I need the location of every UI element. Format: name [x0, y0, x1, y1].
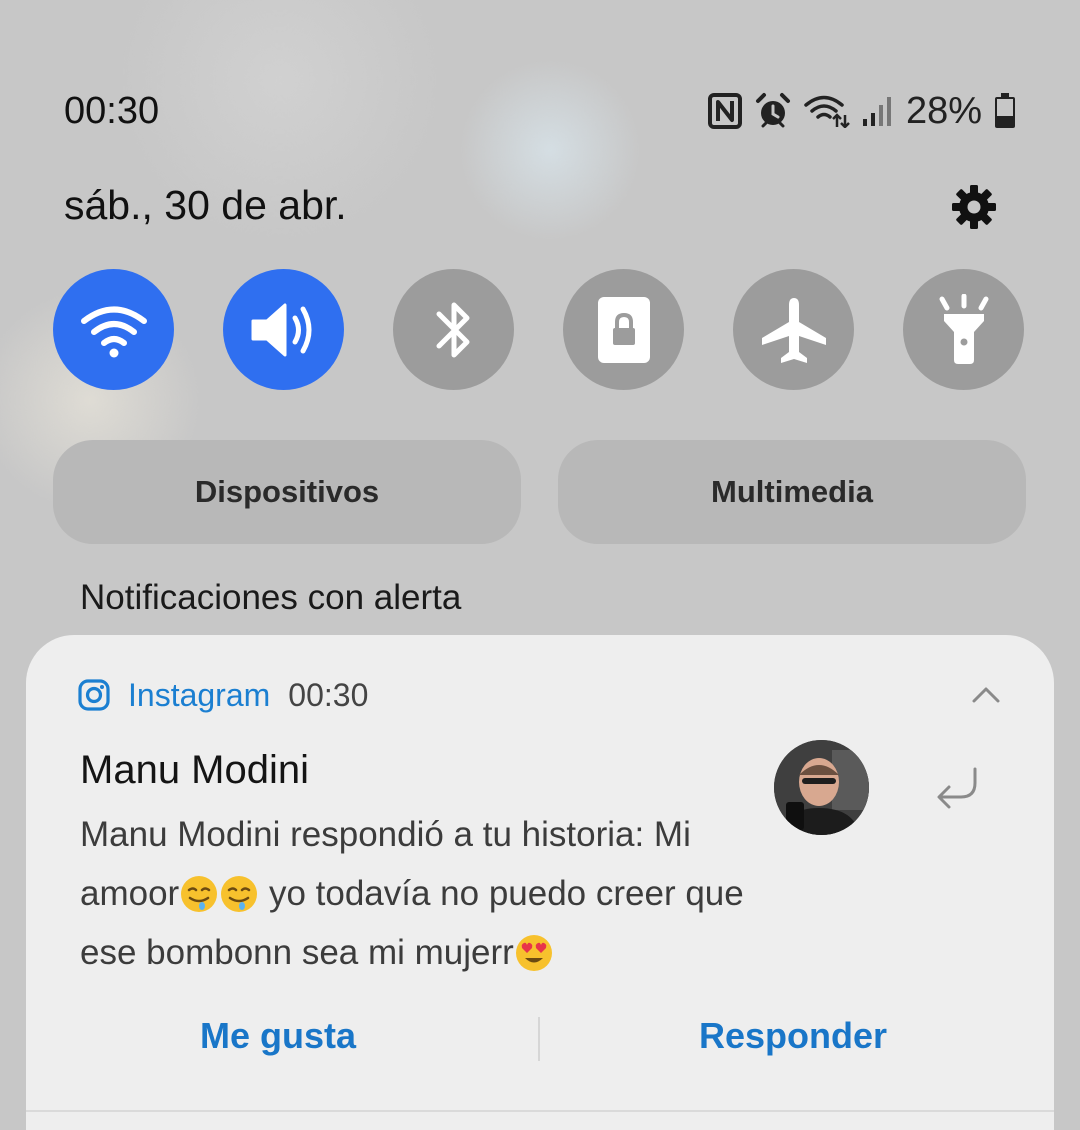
bluetooth-toggle[interactable] [393, 269, 514, 390]
alert-notifications-heading: Notificaciones con alerta [80, 578, 462, 617]
status-clock: 00:30 [64, 90, 160, 132]
instagram-icon [78, 679, 110, 711]
status-icons: 28% [707, 88, 1016, 134]
gear-icon [952, 185, 996, 229]
alarm-icon [754, 92, 792, 130]
collapse-button[interactable] [966, 679, 1006, 709]
notification-header: Instagram 00:30 [78, 675, 368, 715]
sound-toggle[interactable] [223, 269, 344, 390]
airplane-icon [761, 297, 826, 363]
avatar-photo-icon [774, 740, 869, 835]
reply-arrow-icon [937, 767, 977, 809]
wifi-data-icon [804, 94, 850, 128]
like-button[interactable]: Me gusta [200, 1015, 356, 1057]
card-divider [26, 1110, 1054, 1112]
status-bar: 00:30 28% [0, 0, 1080, 200]
quick-settings [53, 269, 1025, 391]
date-label: sáb., 30 de abr. [64, 182, 347, 228]
wifi-icon [80, 306, 147, 357]
heart-eyes-emoji-icon [515, 935, 552, 971]
media-button[interactable]: Multimedia [558, 440, 1026, 544]
notification-sender: Manu Modini [80, 748, 310, 792]
flashlight-icon [939, 293, 988, 364]
avatar [774, 740, 869, 835]
notification-message: Manu Modini respondió a tu historia: Mi … [80, 805, 770, 982]
notification-actions: Me gusta Responder [26, 1005, 1054, 1075]
lock-icon [597, 296, 650, 363]
chevron-up-icon [972, 687, 1000, 703]
bluetooth-icon [436, 302, 469, 357]
battery-percent: 28% [905, 89, 982, 132]
cell-signal-icon [862, 95, 892, 127]
flashlight-toggle[interactable] [903, 269, 1024, 390]
settings-button[interactable] [950, 183, 998, 231]
reply-button[interactable]: Responder [699, 1015, 887, 1057]
drooling-emoji-icon [221, 876, 258, 912]
devices-button[interactable]: Dispositivos [53, 440, 521, 544]
rotation-lock-toggle[interactable] [563, 269, 684, 390]
drooling-emoji-icon [181, 876, 218, 912]
actions-divider [538, 1017, 540, 1061]
wifi-toggle[interactable] [53, 269, 174, 390]
speaker-icon [251, 303, 311, 356]
battery-icon [994, 93, 1016, 129]
nfc-icon [707, 93, 742, 129]
notification-app-name: Instagram [128, 676, 271, 713]
notification-time: 00:30 [288, 676, 369, 713]
quick-reply-button[interactable] [931, 765, 983, 813]
notification-card[interactable]: Instagram 00:30 Manu Modini Manu Modini … [26, 635, 1054, 1130]
airplane-toggle[interactable] [733, 269, 854, 390]
